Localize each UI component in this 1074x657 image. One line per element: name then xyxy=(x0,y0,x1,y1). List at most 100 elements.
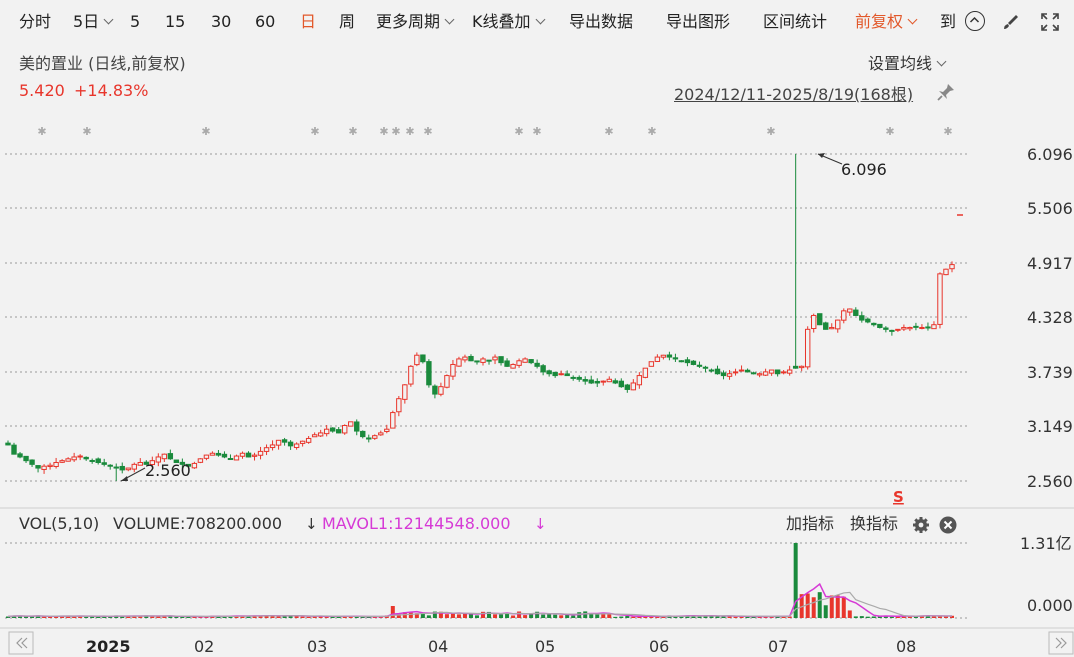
volume-bar xyxy=(889,616,894,618)
volume-bar xyxy=(493,614,498,618)
candle-body xyxy=(841,310,847,321)
volume-bar xyxy=(517,611,522,618)
close-icon[interactable] xyxy=(939,516,957,534)
candle-body xyxy=(666,354,673,358)
volume-bar xyxy=(444,614,449,618)
x-tick-label: 05 xyxy=(535,637,555,656)
candle-body xyxy=(720,372,727,377)
event-marker-icon[interactable]: ✱ xyxy=(423,125,432,138)
candle-body xyxy=(444,375,450,388)
candle-body xyxy=(865,318,871,323)
candle-body xyxy=(71,456,77,461)
event-marker-icon[interactable]: ✱ xyxy=(604,125,613,138)
candle-body xyxy=(281,439,288,443)
candle-body xyxy=(426,361,432,386)
candle-body xyxy=(372,435,378,439)
candle-body xyxy=(600,380,606,383)
event-marker-icon[interactable]: ✱ xyxy=(391,125,400,138)
event-marker-icon[interactable]: ✱ xyxy=(647,125,656,138)
candle-body xyxy=(293,443,300,449)
candle-body xyxy=(498,356,504,364)
candle-body xyxy=(792,365,799,369)
swap-indicator-button[interactable]: 换指标 xyxy=(850,513,898,535)
event-marker-icon[interactable]: ✱ xyxy=(405,125,414,138)
volume-bar xyxy=(859,616,864,618)
candle-body xyxy=(618,380,624,388)
volume-bar xyxy=(733,616,738,618)
candle-body xyxy=(648,361,655,367)
candle-body xyxy=(354,421,360,432)
candle-body xyxy=(702,366,709,369)
volume-bar xyxy=(595,614,600,618)
candle-body xyxy=(534,362,540,367)
scroll-left-button[interactable] xyxy=(8,631,34,655)
kline-chart[interactable]: 6.096 5.506 4.917 4.328 3.739 3.149 2.56… xyxy=(0,0,1074,657)
candle-body xyxy=(672,357,679,360)
candle-body xyxy=(161,453,168,460)
candle-body xyxy=(762,371,769,376)
candle-body xyxy=(768,369,775,374)
event-marker-icon[interactable]: ✱ xyxy=(82,125,91,138)
event-marker-icon[interactable]: ✱ xyxy=(514,125,523,138)
volume-bar xyxy=(174,616,179,618)
candle-body xyxy=(750,372,757,375)
y-tick-label: 4.917 xyxy=(1027,254,1073,273)
candle-body xyxy=(492,356,498,361)
add-indicator-button[interactable]: 加指标 xyxy=(786,513,834,535)
scroll-right-button[interactable] xyxy=(1048,631,1074,655)
candle-body xyxy=(823,322,829,330)
event-marker-icon[interactable]: ✱ xyxy=(201,125,210,138)
candle-body xyxy=(774,369,781,375)
candle-body xyxy=(889,329,895,332)
candle-body xyxy=(660,354,667,358)
candle-body xyxy=(269,444,276,449)
candle-body xyxy=(390,412,396,429)
candle-body xyxy=(311,434,318,438)
event-marker-icon[interactable]: ✱ xyxy=(379,125,388,138)
signal-s-icon[interactable]: S xyxy=(893,488,904,506)
event-marker-icon[interactable]: ✱ xyxy=(885,125,894,138)
candle-body xyxy=(101,462,107,465)
gear-icon[interactable] xyxy=(912,516,930,534)
candle-body xyxy=(582,379,588,382)
y-tick-label: 2.560 xyxy=(1027,472,1073,491)
candle-body xyxy=(570,376,576,379)
volume-bar xyxy=(805,593,810,618)
candle-body xyxy=(305,437,312,443)
candle-body xyxy=(612,380,618,384)
volume-bar xyxy=(853,616,858,618)
mavol2-line xyxy=(7,591,953,618)
candle-body xyxy=(456,358,462,367)
x-tick-label: 02 xyxy=(194,637,214,656)
down-arrow-icon: ↓ xyxy=(534,515,547,533)
candle-body xyxy=(299,440,306,444)
volume-bar xyxy=(499,614,504,618)
candle-body xyxy=(684,359,691,364)
y-tick-label: 4.328 xyxy=(1027,308,1073,327)
volume-bar xyxy=(865,616,870,618)
candle-body xyxy=(317,432,324,437)
candle-body xyxy=(636,375,643,386)
scroll-left-box[interactable] xyxy=(8,631,34,655)
event-marker-icon[interactable]: ✱ xyxy=(766,125,775,138)
candle-body xyxy=(119,465,125,471)
volume-bar xyxy=(481,611,486,618)
candle-body xyxy=(829,326,835,330)
event-marker-icon[interactable]: ✱ xyxy=(37,125,46,138)
candle-body xyxy=(420,354,426,363)
time-axis: 2025 02 03 04 05 06 07 08 xyxy=(86,637,916,656)
candle-body xyxy=(275,439,282,446)
candle-body xyxy=(23,455,29,462)
candle-body xyxy=(197,458,204,463)
candle-body xyxy=(546,370,552,375)
event-marker-icon[interactable]: ✱ xyxy=(310,125,319,138)
price-axis-labels: 6.096 5.506 4.917 4.328 3.739 3.149 2.56… xyxy=(1027,145,1073,491)
candle-body xyxy=(937,273,943,325)
event-marker-icon[interactable]: ✱ xyxy=(943,125,952,138)
candle-body xyxy=(131,463,137,470)
event-marker-icon[interactable]: ✱ xyxy=(348,125,357,138)
event-marker-icon[interactable]: ✱ xyxy=(532,125,541,138)
candle-body xyxy=(125,467,131,471)
candle-body xyxy=(95,458,101,464)
volume-bar xyxy=(541,614,546,618)
